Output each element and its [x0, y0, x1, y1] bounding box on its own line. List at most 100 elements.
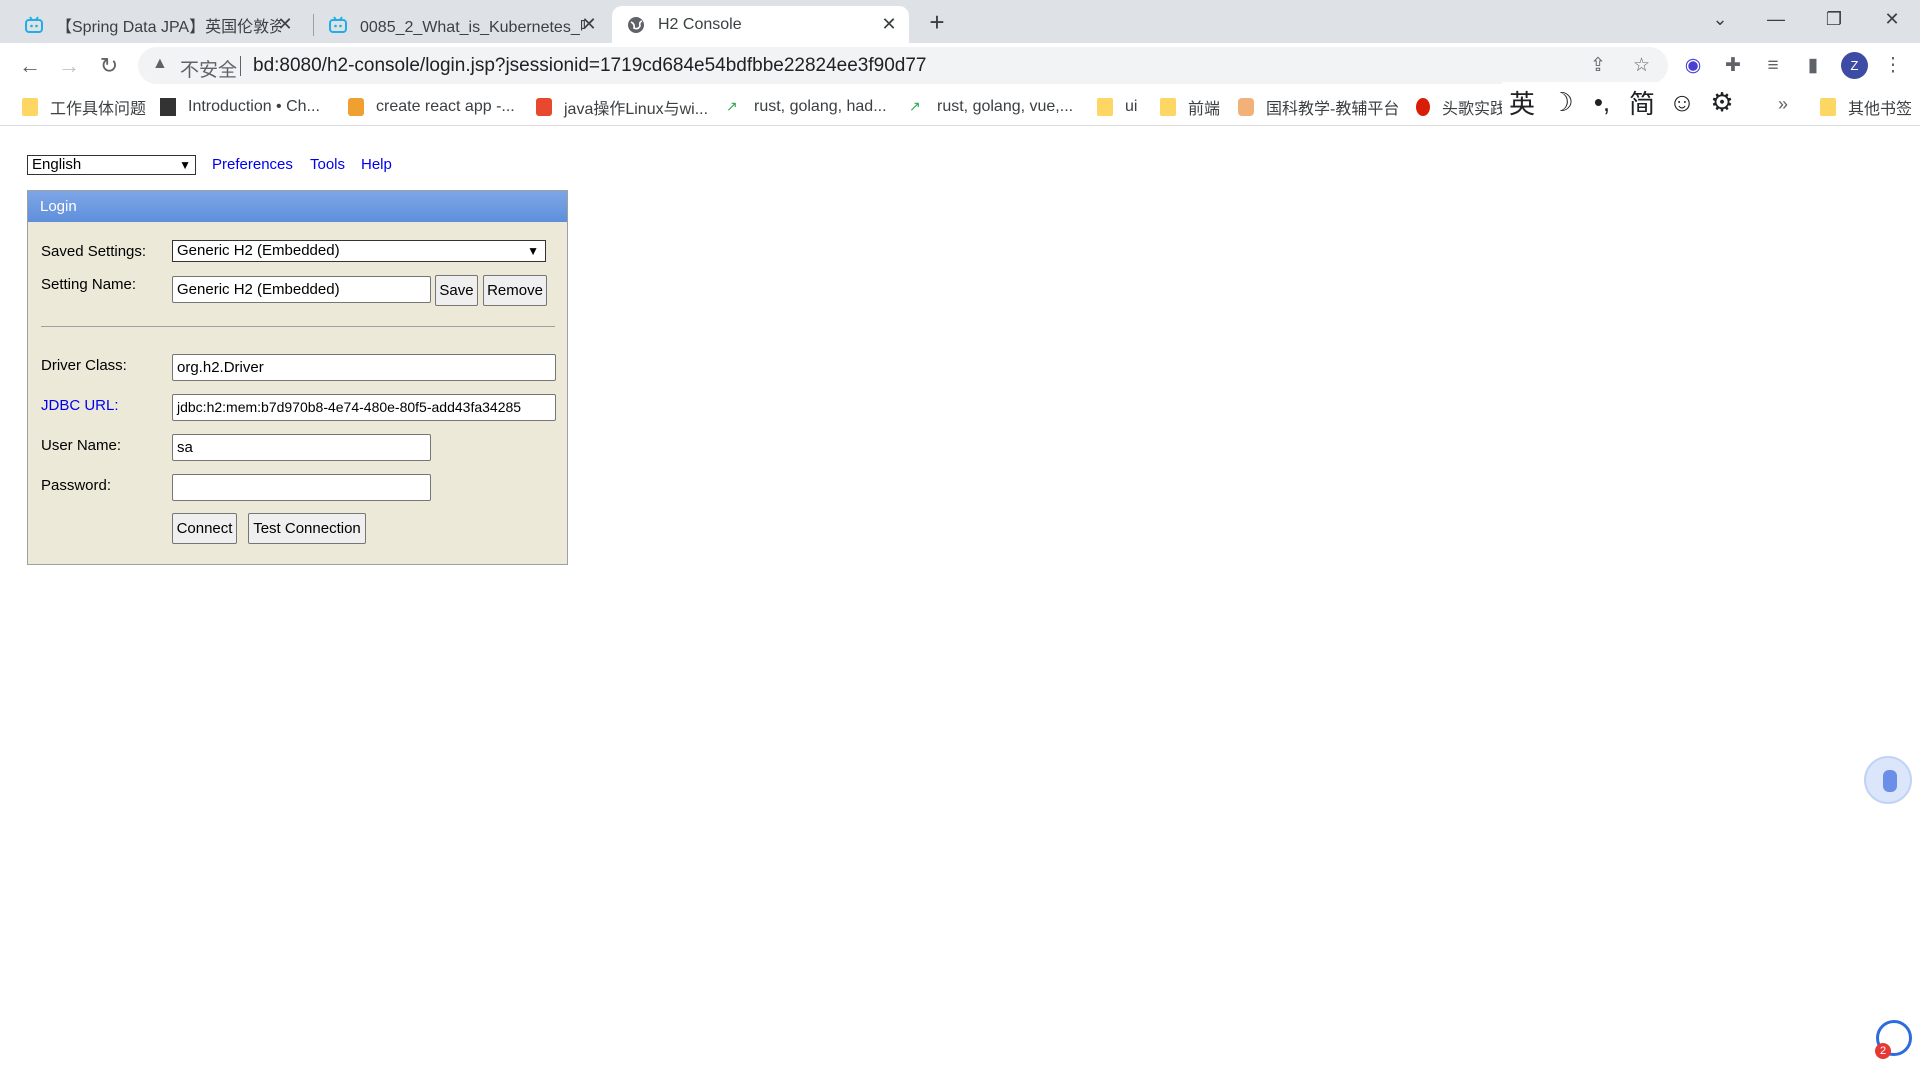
bookmark-label: create react app -... — [376, 98, 515, 115]
bilibili-icon — [328, 15, 348, 35]
extension-eye-icon[interactable]: ◉ — [1680, 53, 1706, 79]
restore-button[interactable]: ❐ — [1814, 4, 1854, 34]
share-icon[interactable]: ⇪ — [1590, 54, 1606, 77]
ime-lang-toggle[interactable]: 英 — [1502, 84, 1542, 121]
bookmark-label: rust, golang, had... — [754, 98, 887, 115]
other-bookmarks[interactable]: 其他书签 — [1820, 96, 1912, 118]
bookmark-item[interactable]: 前端 — [1160, 96, 1220, 118]
folder-icon — [1820, 98, 1836, 116]
ime-toolbar: 英 ☽ •, 简 ☺ ⚙ — [1502, 82, 1762, 122]
puzzle-icon[interactable]: ✚ — [1720, 53, 1746, 79]
bookmark-item[interactable]: java操作Linux与wi... — [536, 96, 708, 118]
insecure-label[interactable]: 不安全 — [180, 55, 237, 82]
bookmark-item[interactable]: ui — [1097, 96, 1137, 118]
chevron-down-icon: ▼ — [527, 244, 539, 258]
driver-class-input[interactable]: org.h2.Driver — [172, 354, 556, 381]
setting-name-label: Setting Name: — [41, 276, 137, 293]
emoji-icon[interactable]: ☺ — [1662, 87, 1702, 118]
user-name-input[interactable]: sa — [172, 434, 431, 461]
new-tab-button[interactable]: + — [922, 8, 952, 38]
back-button[interactable]: ← — [15, 51, 45, 81]
trend-icon: ↗ — [726, 98, 738, 114]
reload-button[interactable]: ↻ — [94, 51, 124, 81]
user-name-label: User Name: — [41, 437, 122, 454]
folder-icon — [1097, 98, 1113, 116]
forward-button[interactable]: → — [54, 51, 84, 81]
folder-icon — [1160, 98, 1176, 116]
tab-h2-console[interactable]: H2 Console ✕ — [612, 6, 909, 43]
saved-settings-value: Generic H2 (Embedded) — [177, 242, 340, 259]
close-icon[interactable]: ✕ — [579, 14, 599, 34]
warning-icon[interactable]: ▲ — [152, 55, 168, 73]
bookmarks-overflow-icon[interactable]: » — [1778, 94, 1788, 115]
tab-spring-data-jpa[interactable]: 【Spring Data JPA】英国伦敦资 ✕ — [10, 6, 305, 43]
site-icon — [1416, 98, 1430, 116]
avatar[interactable]: Z — [1841, 52, 1868, 79]
chat-bot-icon[interactable]: 2 — [1875, 1020, 1912, 1059]
tab-title: H2 Console — [658, 15, 742, 33]
language-value: English — [32, 156, 82, 173]
media-icon[interactable]: ≡ — [1760, 53, 1786, 79]
tab-title: 0085_2_What_is_Kubernetes_哔 — [360, 18, 585, 36]
bookmark-item[interactable]: 头歌实践 — [1416, 96, 1506, 118]
tab-bar: 【Spring Data JPA】英国伦敦资 ✕ 0085_2_What_is_… — [0, 0, 1920, 43]
saved-settings-label: Saved Settings: — [41, 243, 147, 260]
bookmark-item[interactable]: ↗ rust, golang, vue,... — [909, 96, 1073, 118]
trend-icon: ↗ — [909, 98, 921, 114]
bookmark-label: Introduction • Ch... — [188, 98, 320, 115]
address-bar[interactable]: ▲ 不安全 bd:8080/h2-console/login.jsp?jsess… — [138, 47, 1668, 84]
save-button[interactable]: Save — [435, 275, 478, 306]
remove-button[interactable]: Remove — [483, 275, 547, 306]
tab-title: 【Spring Data JPA】英国伦敦资 — [56, 18, 281, 36]
menu-icon[interactable]: ⋮ — [1880, 53, 1906, 79]
bookmark-item[interactable]: create react app -... — [348, 96, 515, 118]
tab-search-icon[interactable]: ⌄ — [1700, 4, 1740, 34]
notification-badge: 2 — [1875, 1043, 1891, 1059]
preferences-link[interactable]: Preferences — [212, 156, 293, 173]
punctuation-toggle[interactable]: •, — [1582, 87, 1622, 118]
site-icon — [1238, 98, 1254, 116]
bookmark-label: 前端 — [1188, 101, 1221, 118]
side-panel-icon[interactable]: ▮ — [1800, 53, 1826, 79]
divider — [240, 56, 241, 76]
bookmark-label: rust, golang, vue,... — [937, 98, 1074, 115]
moon-icon[interactable]: ☽ — [1542, 87, 1582, 118]
gear-icon[interactable]: ⚙ — [1702, 87, 1742, 118]
jdbc-url-link[interactable]: JDBC URL: — [41, 397, 119, 414]
close-icon[interactable]: ✕ — [879, 14, 899, 34]
chevron-down-icon: ▼ — [179, 158, 191, 172]
close-window-button[interactable]: ✕ — [1872, 4, 1912, 34]
page-content: English ▼ Preferences Tools Help Login S… — [0, 127, 1920, 1080]
tools-link[interactable]: Tools — [310, 156, 345, 173]
jdbc-url-input[interactable]: jdbc:h2:mem:b7d970b8-4e74-480e-80f5-add4… — [172, 394, 556, 421]
url-text[interactable]: bd:8080/h2-console/login.jsp?jsessionid=… — [253, 55, 927, 77]
driver-class-label: Driver Class: — [41, 357, 127, 374]
tab-kubernetes[interactable]: 0085_2_What_is_Kubernetes_哔 ✕ — [314, 6, 609, 43]
close-icon[interactable]: ✕ — [275, 14, 295, 34]
site-icon — [536, 98, 552, 116]
bookmark-item[interactable]: ↗ rust, golang, had... — [726, 96, 887, 118]
folder-icon — [22, 98, 38, 116]
bookmark-label: java操作Linux与wi... — [564, 101, 709, 118]
bookmark-label: ui — [1125, 98, 1138, 115]
login-header: Login — [28, 191, 567, 222]
connect-button[interactable]: Connect — [172, 513, 237, 544]
star-icon[interactable]: ☆ — [1633, 54, 1650, 77]
bookmark-label: 工作具体问题 — [50, 101, 147, 118]
ime-mode-toggle[interactable]: 简 — [1622, 84, 1662, 121]
test-connection-button[interactable]: Test Connection — [248, 513, 366, 544]
bookmark-label: 国科教学-教辅平台 — [1266, 101, 1400, 118]
bookmark-item[interactable]: 国科教学-教辅平台 — [1238, 96, 1399, 118]
bookmark-item[interactable]: 工作具体问题 — [22, 96, 146, 118]
divider — [41, 326, 555, 327]
password-input[interactable] — [172, 474, 431, 501]
site-icon — [348, 98, 364, 116]
setting-name-input[interactable]: Generic H2 (Embedded) — [172, 276, 431, 303]
help-link[interactable]: Help — [361, 156, 392, 173]
bookmark-item[interactable]: Introduction • Ch... — [160, 96, 320, 118]
language-select[interactable]: English ▼ — [27, 155, 196, 175]
browser-window: 【Spring Data JPA】英国伦敦资 ✕ 0085_2_What_is_… — [0, 0, 1920, 1080]
saved-settings-select[interactable]: Generic H2 (Embedded) ▼ — [172, 240, 546, 262]
minimize-button[interactable]: — — [1756, 4, 1796, 34]
floating-assistant-button[interactable] — [1864, 756, 1912, 804]
